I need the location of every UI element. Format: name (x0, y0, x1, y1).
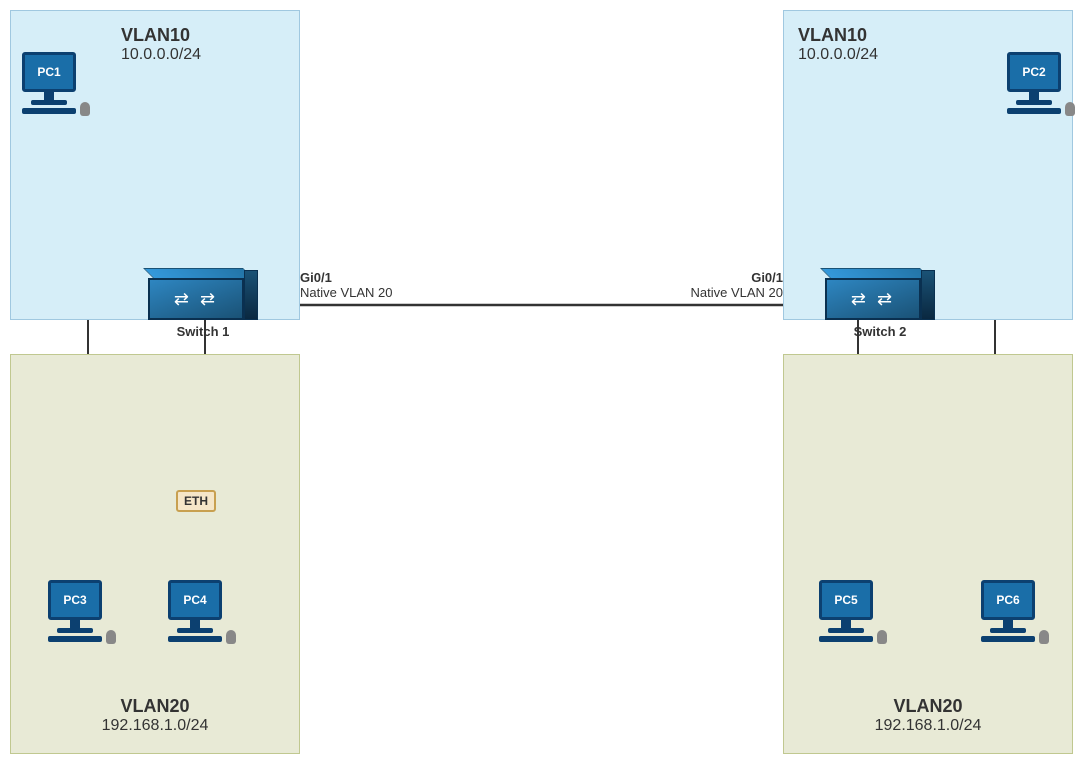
pc1-neck (44, 92, 54, 100)
pc4-mouse-icon (226, 630, 236, 644)
pc2-keyboard (1007, 108, 1061, 114)
pc5-screen: PC5 (819, 580, 873, 620)
left-interface-label: Gi0/1 (300, 270, 393, 285)
pc5-label: PC5 (834, 593, 857, 607)
right-native-vlan-label: Native VLAN 20 (691, 285, 784, 300)
pc3: PC3 (48, 580, 102, 642)
vlan20-right-label: VLAN20 (875, 696, 982, 717)
network-diagram: VLAN10 10.0.0.0/24 VLAN10 10.0.0.0/24 VL… (0, 0, 1083, 764)
pc5-stand (828, 628, 864, 633)
pc3-mouse-icon (106, 630, 116, 644)
pc3-stand (57, 628, 93, 633)
pc2-mouse-icon (1065, 102, 1075, 116)
vlan20-right-subnet: 192.168.1.0/24 (875, 717, 982, 735)
pc6-neck (1003, 620, 1013, 628)
pc6-screen: PC6 (981, 580, 1035, 620)
vlan10-right-label: VLAN10 (798, 25, 878, 46)
pc6-mouse-icon (1039, 630, 1049, 644)
pc1: PC1 (22, 52, 76, 114)
right-interface-label: Gi0/1 (691, 270, 784, 285)
switch1-front-face: ⇄ ⇄ (148, 278, 244, 320)
pc5-neck (841, 620, 851, 628)
eth-badge: ETH (176, 490, 216, 512)
pc3-keyboard (48, 636, 102, 642)
switch1-right-face (244, 270, 258, 320)
switch2-icon: ⇄ ⇄ (825, 268, 935, 320)
switch1-icon: ⇄ ⇄ (148, 268, 258, 320)
vlan10-left-label: VLAN10 (121, 25, 201, 46)
pc5-keyboard (819, 636, 873, 642)
pc1-label: PC1 (37, 65, 60, 79)
pc1-mouse-icon (80, 102, 90, 116)
vlan20-left-label: VLAN20 (102, 696, 209, 717)
pc5-mouse-icon (877, 630, 887, 644)
pc3-label: PC3 (63, 593, 86, 607)
vlan20-left-subnet: 192.168.1.0/24 (102, 717, 209, 735)
pc3-screen: PC3 (48, 580, 102, 620)
pc1-stand (31, 100, 67, 105)
pc1-keyboard (22, 108, 76, 114)
switch2: ⇄ ⇄ Switch 2 (825, 268, 935, 339)
pc4-keyboard (168, 636, 222, 642)
left-native-vlan-label: Native VLAN 20 (300, 285, 393, 300)
eth-label: ETH (184, 494, 208, 508)
vlan10-right-subnet: 10.0.0.0/24 (798, 46, 878, 64)
pc3-neck (70, 620, 80, 628)
switch1-arrows-icon: ⇄ ⇄ (174, 289, 218, 310)
switch1: ⇄ ⇄ Switch 1 (148, 268, 258, 339)
pc5: PC5 (819, 580, 873, 642)
switch2-right-face (921, 270, 935, 320)
pc6-keyboard (981, 636, 1035, 642)
pc1-screen: PC1 (22, 52, 76, 92)
pc6-stand (990, 628, 1026, 633)
pc2-label: PC2 (1022, 65, 1045, 79)
pc4-label: PC4 (183, 593, 206, 607)
trunk-label-left: Gi0/1 Native VLAN 20 (300, 270, 393, 300)
vlan20-left-box: VLAN20 192.168.1.0/24 (10, 354, 300, 754)
switch2-arrows-icon: ⇄ ⇄ (851, 289, 895, 310)
pc6: PC6 (981, 580, 1035, 642)
pc2-screen: PC2 (1007, 52, 1061, 92)
trunk-label-right: Gi0/1 Native VLAN 20 (691, 270, 784, 300)
pc4-stand (177, 628, 213, 633)
switch2-label: Switch 2 (854, 324, 907, 339)
switch1-label: Switch 1 (177, 324, 230, 339)
vlan10-left-subnet: 10.0.0.0/24 (121, 46, 201, 64)
vlan20-right-box: VLAN20 192.168.1.0/24 (783, 354, 1073, 754)
switch2-front-face: ⇄ ⇄ (825, 278, 921, 320)
pc2-neck (1029, 92, 1039, 100)
pc4: PC4 (168, 580, 222, 642)
pc4-screen: PC4 (168, 580, 222, 620)
pc2-stand (1016, 100, 1052, 105)
pc2: PC2 (1007, 52, 1061, 114)
pc6-label: PC6 (996, 593, 1019, 607)
pc4-neck (190, 620, 200, 628)
